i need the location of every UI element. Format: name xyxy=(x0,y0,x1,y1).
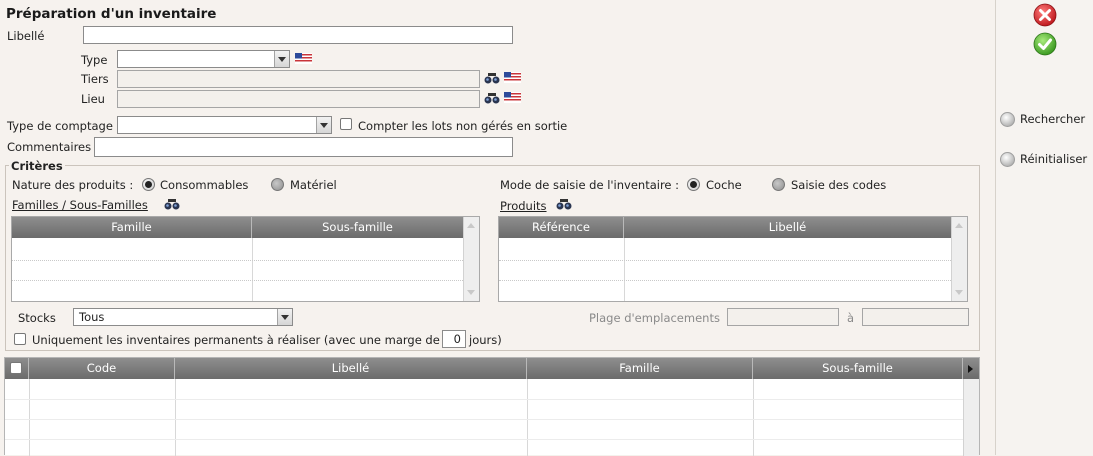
familles-link[interactable]: Familles / Sous-Familles xyxy=(12,198,148,212)
validate-icon[interactable] xyxy=(1033,32,1057,56)
rechercher-button[interactable]: Rechercher xyxy=(1000,111,1092,129)
tiers-input[interactable] xyxy=(117,70,480,88)
scroll-up-icon[interactable] xyxy=(955,223,963,228)
column-header-libelle[interactable]: Libellé xyxy=(175,358,527,379)
commentaires-input[interactable] xyxy=(94,137,513,157)
saisie-codes-label: Saisie des codes xyxy=(791,178,887,192)
coche-radio[interactable] xyxy=(687,178,700,191)
vertical-scrollbar[interactable] xyxy=(463,217,479,301)
rechercher-label: Rechercher xyxy=(1020,112,1086,126)
plage-label: Plage d'emplacements xyxy=(589,311,720,325)
grid-header: Référence Libellé xyxy=(499,217,951,238)
lieu-input[interactable] xyxy=(117,90,480,108)
type-select[interactable] xyxy=(117,50,290,68)
grid-header: Code Libellé Famille Sous-famille xyxy=(5,358,979,379)
familles-grid: Famille Sous-famille xyxy=(11,216,480,302)
consommables-label: Consommables xyxy=(160,178,249,192)
stocks-select[interactable]: Tous xyxy=(73,308,293,326)
chevron-down-icon xyxy=(274,51,289,67)
cancel-icon[interactable] xyxy=(1033,3,1057,27)
flag-icon[interactable] xyxy=(504,92,521,103)
column-scroll-right[interactable] xyxy=(963,358,979,379)
action-sidebar: Rechercher Réinitialiser xyxy=(995,0,1093,455)
select-all-checkbox[interactable] xyxy=(10,362,22,374)
vertical-scrollbar[interactable] xyxy=(951,217,967,301)
produits-grid: Référence Libellé xyxy=(498,216,968,302)
reinitialiser-label: Réinitialiser xyxy=(1020,152,1088,166)
libelle-input[interactable] xyxy=(83,26,513,44)
marge-input[interactable]: 0 xyxy=(442,330,466,348)
lieu-label: Lieu xyxy=(81,92,105,106)
binoculars-icon[interactable] xyxy=(484,92,500,104)
flag-icon[interactable] xyxy=(295,53,312,64)
reinitialiser-button[interactable]: Réinitialiser xyxy=(1000,151,1092,169)
chevron-right-icon[interactable] xyxy=(968,365,973,373)
scroll-down-icon[interactable] xyxy=(467,290,475,295)
tiers-label: Tiers xyxy=(81,72,109,86)
permanents-checkbox[interactable] xyxy=(14,333,26,345)
libelle-label: Libellé xyxy=(7,29,45,43)
materiel-radio[interactable] xyxy=(271,178,284,191)
mode-label: Mode de saisie de l'inventaire : xyxy=(500,178,680,192)
column-header-famille[interactable]: Famille xyxy=(12,217,252,238)
compter-lots-checkbox[interactable] xyxy=(340,118,352,130)
select-all-cell xyxy=(5,358,29,379)
column-header-libelle[interactable]: Libellé xyxy=(624,217,951,238)
commentaires-label: Commentaires xyxy=(7,140,92,154)
page-title: Préparation d'un inventaire xyxy=(6,6,217,22)
type-label: Type xyxy=(81,53,108,67)
main-panel: Préparation d'un inventaire Libellé Type… xyxy=(0,0,995,456)
plage-a-label: à xyxy=(847,311,855,325)
binoculars-icon[interactable] xyxy=(484,72,500,84)
flag-icon[interactable] xyxy=(504,72,521,83)
stocks-label: Stocks xyxy=(18,311,56,325)
plage-to-input[interactable] xyxy=(862,308,969,326)
scroll-up-icon[interactable] xyxy=(467,223,475,228)
grid-header: Famille Sous-famille xyxy=(12,217,463,238)
column-header-sous-famille[interactable]: Sous-famille xyxy=(252,217,463,238)
type-comptage-select[interactable] xyxy=(117,116,332,134)
search-icon xyxy=(1000,112,1015,127)
consommables-radio[interactable] xyxy=(142,178,155,191)
chevron-down-icon xyxy=(277,309,292,325)
criteres-legend: Critères xyxy=(9,159,65,173)
permanents-label: Uniquement les inventaires permanents à … xyxy=(32,333,440,347)
results-grid: Code Libellé Famille Sous-famille xyxy=(4,357,980,456)
stocks-value: Tous xyxy=(79,310,105,324)
column-header-sous-famille[interactable]: Sous-famille xyxy=(753,358,963,379)
binoculars-icon[interactable] xyxy=(164,198,180,210)
coche-label: Coche xyxy=(706,178,742,192)
chevron-down-icon xyxy=(316,117,331,133)
produits-link[interactable]: Produits xyxy=(500,199,547,213)
plage-from-input[interactable] xyxy=(727,308,839,326)
column-header-code[interactable]: Code xyxy=(29,358,175,379)
jours-label: jours) xyxy=(469,333,502,347)
reset-icon xyxy=(1000,152,1015,167)
vertical-scrollbar[interactable] xyxy=(963,379,979,456)
nature-label: Nature des produits : xyxy=(12,178,134,192)
scroll-down-icon[interactable] xyxy=(955,290,963,295)
binoculars-icon[interactable] xyxy=(556,198,572,210)
column-header-reference[interactable]: Référence xyxy=(499,217,624,238)
column-header-famille[interactable]: Famille xyxy=(527,358,753,379)
type-comptage-label: Type de comptage xyxy=(7,119,113,133)
compter-lots-label: Compter les lots non gérés en sortie xyxy=(358,119,568,133)
materiel-label: Matériel xyxy=(290,178,337,192)
saisie-codes-radio[interactable] xyxy=(772,178,785,191)
